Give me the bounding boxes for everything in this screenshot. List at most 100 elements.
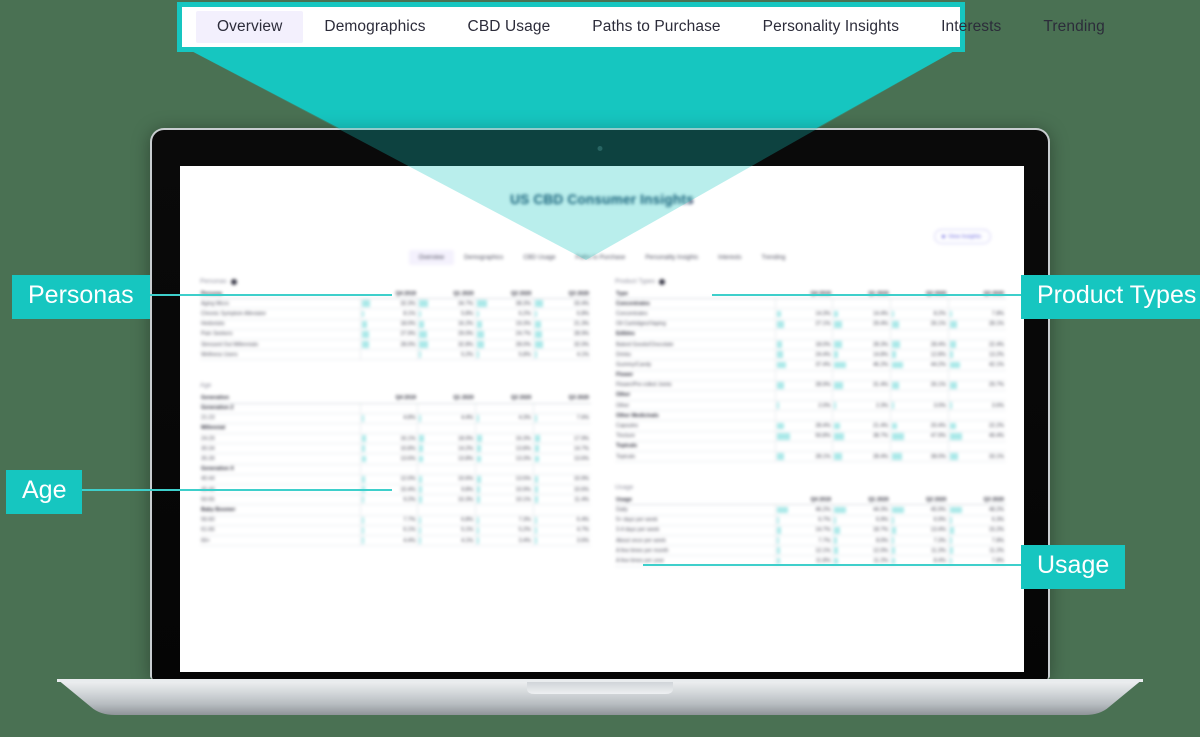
cell-value: 10.8% [400,445,416,452]
table-cell: 3.0% [890,400,949,412]
magnified-tab-paths-to-purchase[interactable]: Paths to Purchase [571,11,741,43]
table-cell: 4.3% [475,413,534,424]
magnified-tab-personality-insights[interactable]: Personality Insights [742,11,920,43]
view-insights-button[interactable]: View Insights [933,229,991,244]
magnified-tab-interests[interactable]: Interests [920,11,1022,43]
table-cell [832,441,891,453]
row-label: A few times per month [615,545,776,557]
table-cell: 21.3% [532,319,591,330]
table-cell [417,403,476,414]
data-bar [834,526,840,534]
data-bar [776,310,781,318]
table-cell: 7.8% [947,535,1006,547]
magnified-tab-demographics[interactable]: Demographics [303,11,446,43]
table-cell: 31.4% [832,380,891,391]
cell-value: 3.6% [576,537,589,544]
table-row: 30-34 10.8% 14.2% 13.8% 14.7% [200,443,591,455]
table-cell [359,504,418,516]
cell-value: 3.4% [518,537,531,544]
dashboard-tab-personality-insights[interactable]: Personality Insights [635,250,708,265]
cell-value: 27.9% [400,331,416,338]
cell-value: 8.1% [403,310,416,317]
table-cell: 12.8% [890,349,949,361]
row-label: Flower/Pre-rolled Joints [615,380,776,391]
cell-value: 14.7% [573,445,589,452]
cell-value: 4.7% [576,527,589,534]
table-cell: 19.3% [475,319,534,330]
cell-value: 12.1% [815,547,831,554]
data-bar [361,300,370,308]
table-cell [947,410,1006,422]
data-bar [419,537,422,544]
row-label: Concentrates [615,298,776,310]
table-cell: 18.7% [832,525,891,536]
table-cell: 44.3% [832,504,891,516]
table-cell: 5.1% [417,525,476,536]
cell-value: 24.4% [815,351,831,358]
dashboard-tab-paths-to-purchase[interactable]: Paths to Purchase [566,250,636,265]
table-cell: 45.9% [890,504,949,516]
magnified-tab-cbd-usage[interactable]: CBD Usage [447,11,572,43]
cell-value: 38.7% [873,433,889,440]
table-row: Flower [615,370,1006,381]
cell-value: 10.6% [458,476,474,483]
cell-value: 8.2% [933,310,946,317]
cell-value: 10.1% [515,496,531,503]
dashboard-tab-overview[interactable]: Overview [408,250,455,265]
table-cell: 38.0% [890,451,949,463]
cell-value: 3.6% [991,402,1004,409]
cell-value: 17.9% [573,435,589,442]
section-header-usage: Usage [615,484,1006,491]
cell-value: 37.4% [815,361,831,368]
data-bar [361,496,365,504]
dashboard-tab-demographics[interactable]: Demographics [454,250,513,265]
table-cell: 26.1% [890,380,949,391]
dashboard-tab-cbd-usage[interactable]: CBD Usage [513,250,565,265]
dashboard-tab-interests[interactable]: Interests [708,250,751,265]
table-cell: 7.7% [774,535,833,547]
table-cell: 49.4% [947,431,1006,442]
table-cell [890,441,949,453]
table-cell: 3.6% [532,535,591,547]
info-icon[interactable] [230,278,237,285]
table-cell: 6.8% [417,515,476,526]
table-cell: 14.2% [417,443,476,455]
table-row: Topicals [615,441,1006,453]
cell-value: 11.3% [931,547,946,554]
data-bar [949,320,958,328]
data-bar [949,537,953,544]
table-row: Tincture 50.8% 38.7% 47.9% 49.4% [615,431,1006,442]
data-bar [949,422,956,430]
cell-value: 7.3% [518,517,531,524]
column-header-quarter: Q2 2020 [475,289,534,300]
cell-value: 11.8% [815,557,831,564]
table-cell: 18.0% [774,339,833,351]
data-bar [534,300,544,308]
magnified-tab-trending[interactable]: Trending [1022,11,1125,43]
info-icon[interactable] [659,278,666,285]
cell-value: 10.9% [573,476,589,483]
cell-value: 7.8% [991,310,1004,317]
table-cell: 8.1% [359,308,418,320]
cell-value: 5.8% [461,310,474,317]
data-bar [834,320,842,328]
dashboard-columns: Personas PersonaQ4 2019Q1 2020Q2 2020Q3 2… [180,278,1024,672]
table-cell: 21.4% [832,420,891,432]
magnified-tab-overview[interactable]: Overview [196,11,304,43]
magnified-tab-bar[interactable]: Overview Demographics CBD Usage Paths to Pu… [182,7,1105,47]
section-title: Product Types [615,278,656,285]
leader-line-product-types [712,294,1022,296]
dashboard-tab-trending[interactable]: Trending [752,250,796,265]
cell-value: 6.9% [933,517,946,524]
data-bar [892,506,904,514]
table-row: Hedonists 18.0% 16.2% 19.3% 21.3% [200,319,591,330]
table-cell [475,423,534,435]
data-bar [892,453,902,460]
table-row: 21-23 4.8% 4.4% 4.3% 7.6% [200,413,591,424]
dashboard-tabs[interactable]: Overview Demographics CBD Usage Paths to Pu… [180,250,1024,265]
data-bar [477,526,480,534]
cell-value: 8.4% [933,557,946,564]
section-title: Usage [615,484,634,492]
cell-value: 28.1% [988,321,1004,328]
table-cell [947,298,1006,310]
